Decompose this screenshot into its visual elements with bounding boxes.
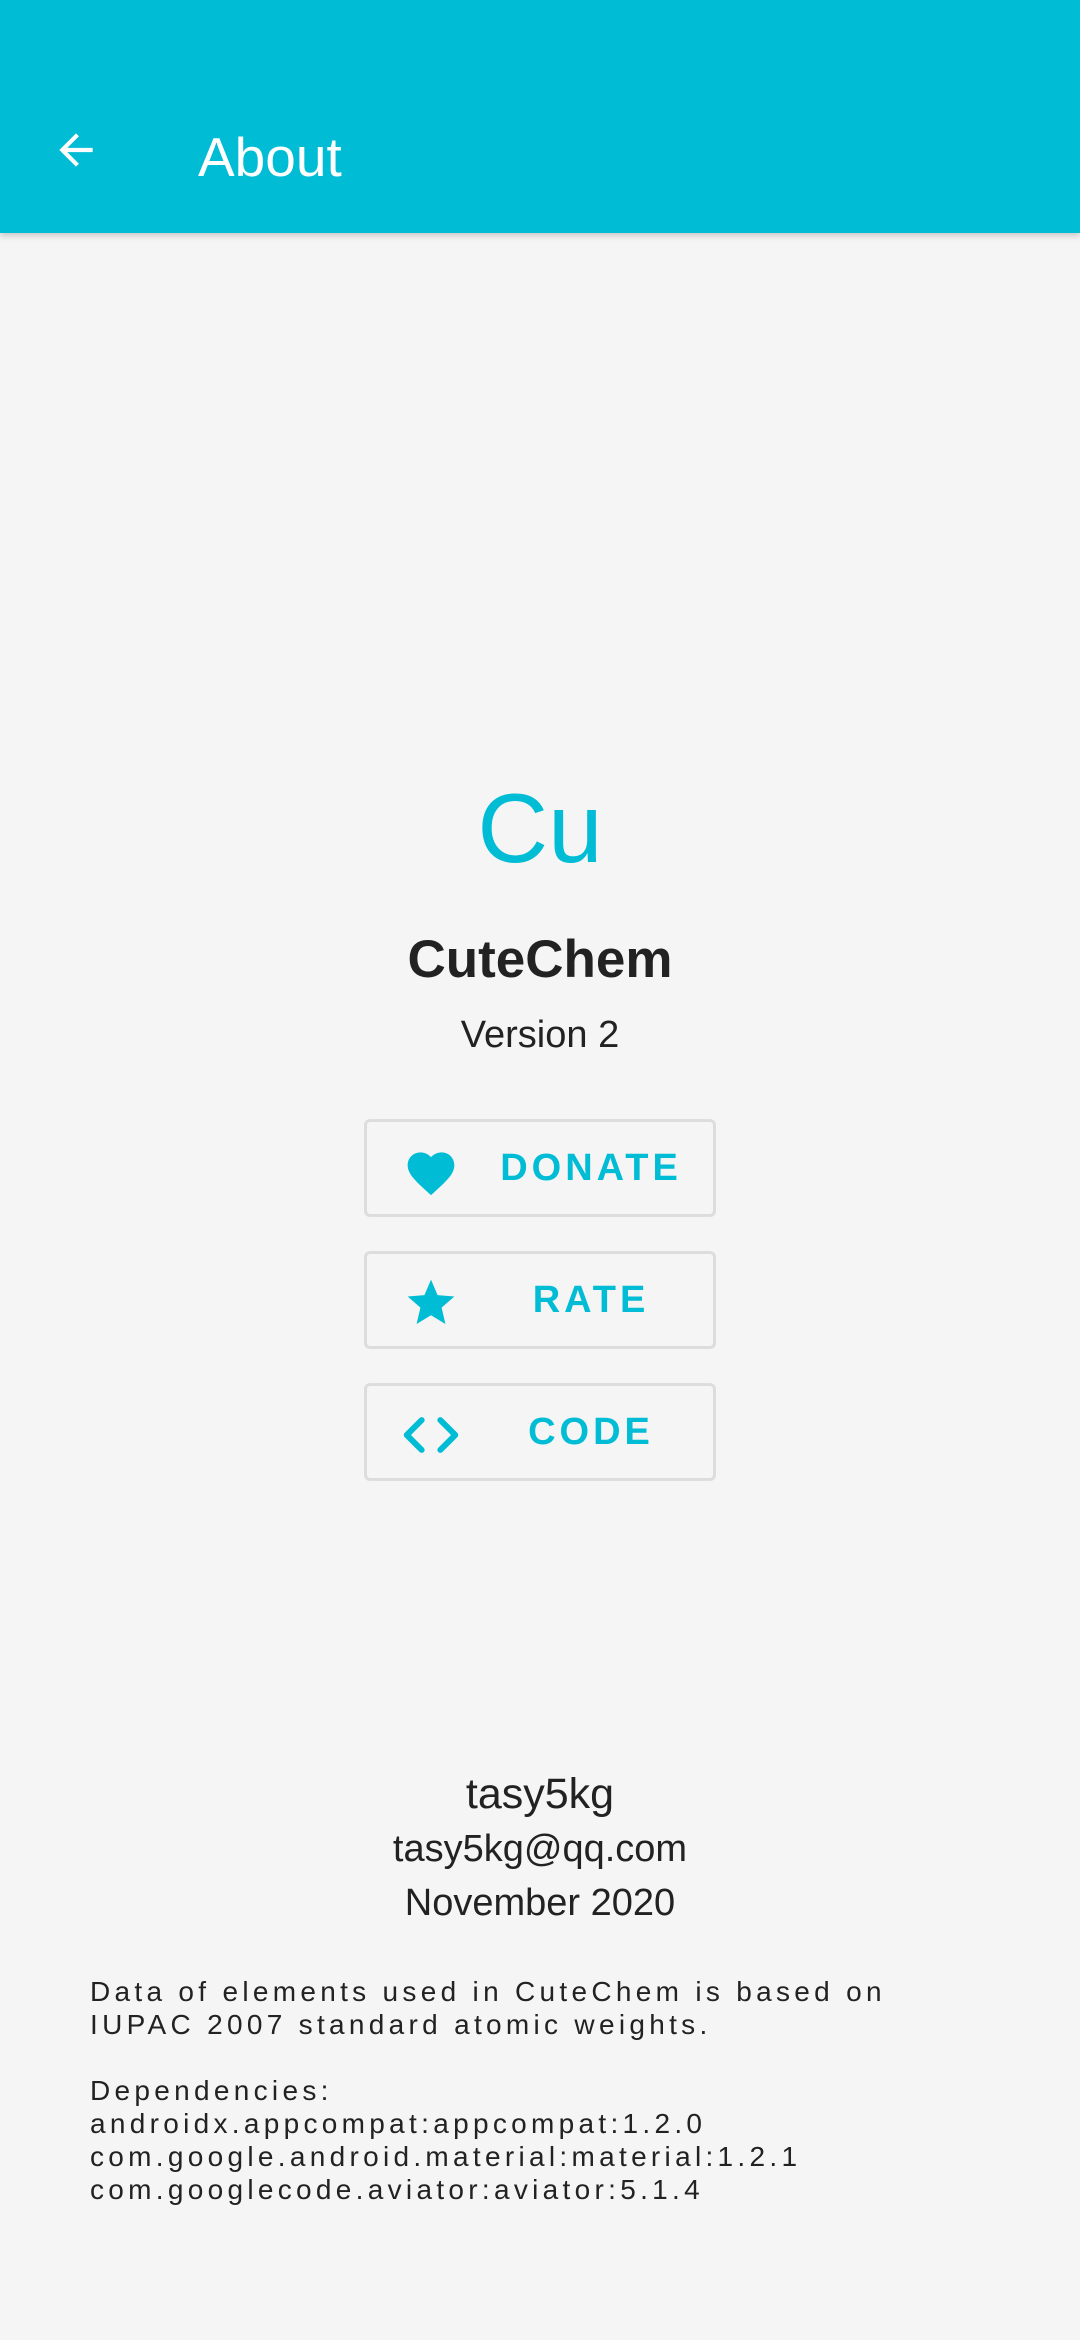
data-source-note-line-2: IUPAC 2007 standard atomic weights. (90, 2009, 712, 2040)
dependency-item: com.googlecode.aviator:aviator:5.1.4 (90, 2174, 704, 2205)
release-date: November 2020 (404, 1882, 676, 1924)
dependency-item: androidx.appcompat:appcompat:1.2.0 (90, 2108, 707, 2139)
donate-button-label: DONATE (500, 1147, 682, 1189)
star-icon (403, 1276, 459, 1330)
arrow-left-icon (59, 133, 93, 167)
donate-button[interactable]: DONATE (364, 1119, 716, 1217)
heart-icon (403, 1144, 459, 1198)
top-app-bar: About (0, 0, 1080, 233)
code-button[interactable]: CODE (364, 1383, 716, 1481)
app-version: Version 2 (460, 1014, 620, 1056)
code-button-label: CODE (528, 1411, 654, 1453)
app-name: CuteChem (407, 930, 673, 989)
data-source-note-line-1: Data of elements used in CuteChem is bas… (90, 1976, 886, 2007)
element-symbol-logo: Cu (477, 773, 603, 883)
rate-button-label: RATE (532, 1279, 650, 1321)
code-icon (403, 1408, 459, 1462)
rate-button[interactable]: RATE (364, 1251, 716, 1349)
author-email: tasy5kg@qq.com (392, 1828, 688, 1870)
author-name: tasy5kg (465, 1770, 615, 1818)
back-button[interactable] (36, 110, 116, 190)
dependencies-label: Dependencies: (90, 2075, 333, 2106)
page-title: About (198, 126, 342, 188)
dependency-item: com.google.android.material:material:1.2… (90, 2141, 802, 2172)
